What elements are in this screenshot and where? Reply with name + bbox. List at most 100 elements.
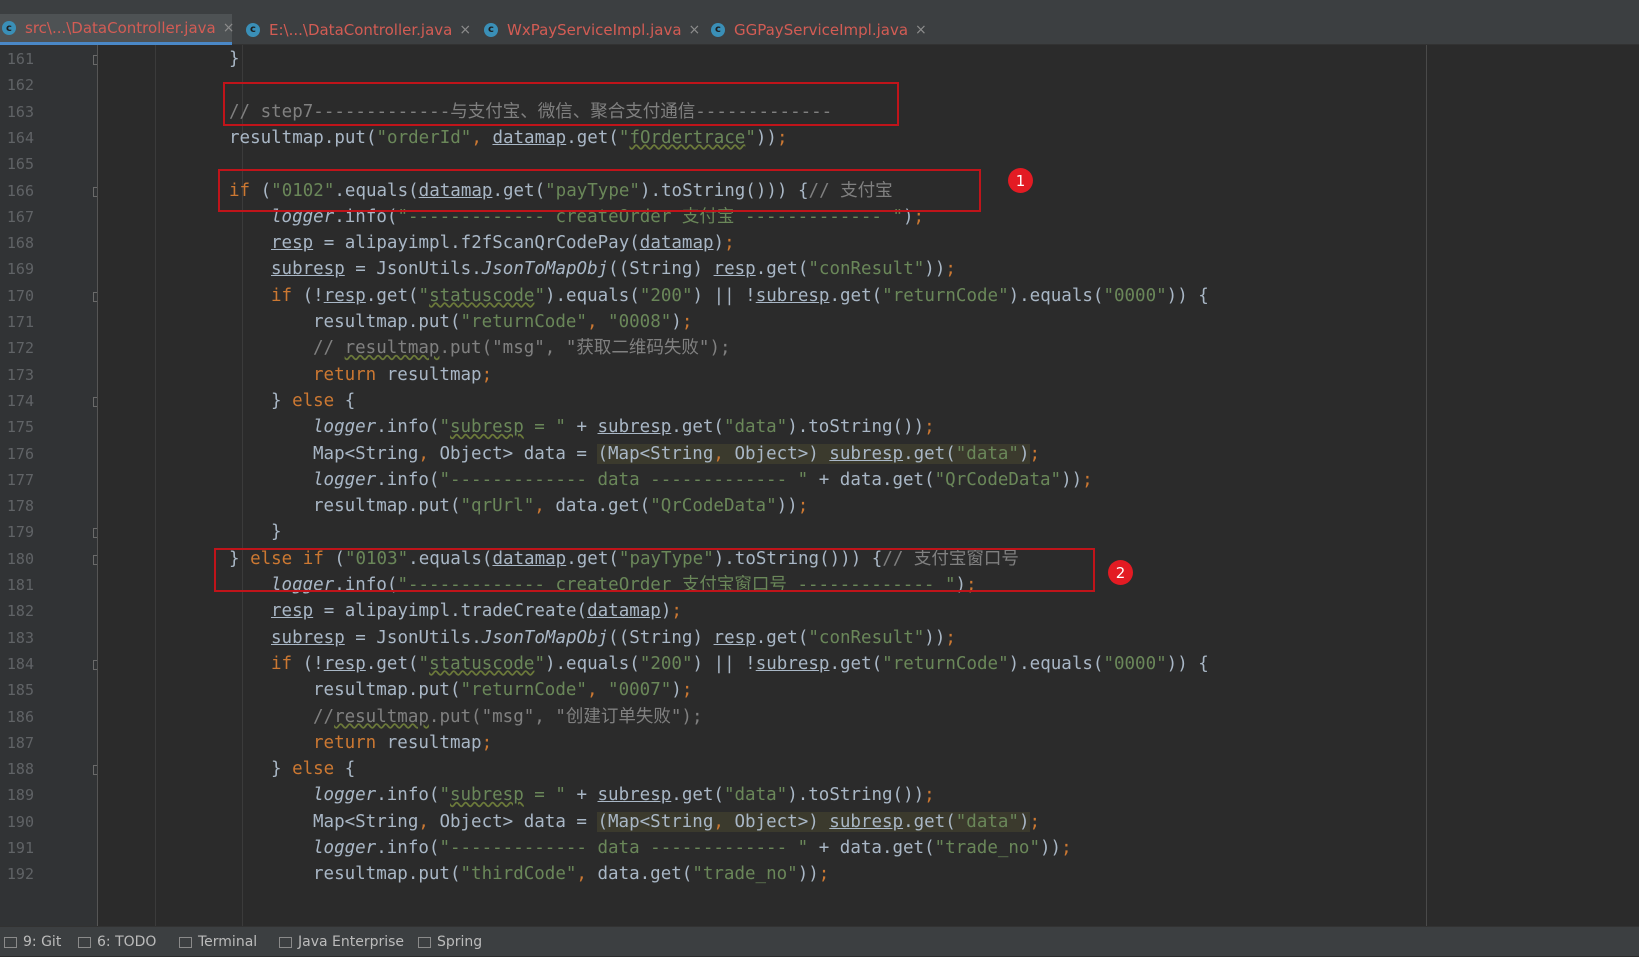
annotation-badge-1: 1 xyxy=(1008,168,1033,193)
line-number: 178 xyxy=(6,497,34,516)
line-number: 185 xyxy=(6,681,34,700)
tab-label: E:\...\DataController.java xyxy=(269,20,453,39)
java-class-icon: c xyxy=(246,22,260,37)
close-icon[interactable]: × xyxy=(915,22,927,38)
tab-label: GGPayServiceImpl.java xyxy=(734,20,909,39)
line-number: 161 xyxy=(6,50,34,68)
fold-marker[interactable] xyxy=(93,528,97,539)
code-line[interactable]: logger.info("subresp = " + subresp.get("… xyxy=(313,415,935,439)
code-line[interactable]: Map<String, Object> data = (Map<String, … xyxy=(313,810,1040,834)
tab-src-datacontroller[interactable]: c src\...\DataController.java × xyxy=(0,14,235,45)
code-line[interactable]: } xyxy=(271,520,282,544)
tool-git[interactable]: 9: Git xyxy=(4,927,61,957)
line-number: 175 xyxy=(6,418,34,437)
tool-label: 9: Git xyxy=(23,934,62,950)
fold-marker[interactable] xyxy=(93,55,97,65)
code-line[interactable]: subresp = JsonUtils.JsonToMapObj((String… xyxy=(271,257,956,281)
tab-label: WxPayServiceImpl.java xyxy=(507,20,682,39)
git-icon xyxy=(4,936,17,948)
editor-tab-bar: c src\...\DataController.java × c E:\...… xyxy=(0,14,1639,45)
code-line[interactable]: logger.info("subresp = " + subresp.get("… xyxy=(313,783,935,807)
code-line[interactable]: subresp = JsonUtils.JsonToMapObj((String… xyxy=(271,626,956,650)
annotation-box-2 xyxy=(214,548,1095,592)
java-class-icon: c xyxy=(484,22,498,37)
close-icon[interactable]: × xyxy=(689,22,701,38)
tool-terminal[interactable]: Terminal xyxy=(179,927,257,957)
tool-label: Terminal xyxy=(198,934,258,950)
java-class-icon: c xyxy=(2,21,16,35)
code-line[interactable]: //resultmap.put("msg", "创建订单失败"); xyxy=(313,705,702,729)
line-number: 168 xyxy=(6,234,34,253)
code-line[interactable]: resp = alipayimpl.tradeCreate(datamap); xyxy=(271,599,682,623)
tab-ggpayserviceimpl[interactable]: c GGPayServiceImpl.java × xyxy=(711,14,927,45)
code-line[interactable]: resultmap.put("thirdCode", data.get("tra… xyxy=(313,862,829,886)
line-number: 162 xyxy=(6,76,34,95)
java-class-icon: c xyxy=(711,22,725,37)
terminal-icon xyxy=(179,936,192,948)
line-number: 164 xyxy=(6,128,34,147)
tool-label: 6: TODO xyxy=(97,934,157,950)
code-line[interactable]: if (!resp.get("statuscode").equals("200"… xyxy=(271,284,1209,308)
line-number: 177 xyxy=(6,470,34,489)
tool-label: Java Enterprise xyxy=(298,934,405,950)
line-number: 167 xyxy=(6,207,34,226)
code-line[interactable]: if (!resp.get("statuscode").equals("200"… xyxy=(271,652,1209,676)
line-number: 165 xyxy=(6,155,34,174)
code-line[interactable]: return resultmap; xyxy=(313,363,492,387)
code-line[interactable]: resultmap.put("orderId", datamap.get("fO… xyxy=(229,126,788,150)
close-icon[interactable]: × xyxy=(223,20,235,36)
tab-e-datacontroller[interactable]: c E:\...\DataController.java × xyxy=(246,14,471,45)
code-line[interactable]: resp = alipayimpl.f2fScanQrCodePay(datam… xyxy=(271,231,735,255)
code-line[interactable]: resultmap.put("returnCode", "0008"); xyxy=(313,310,692,334)
tool-label: Spring xyxy=(437,934,483,950)
line-number: 173 xyxy=(6,365,34,384)
code-line[interactable]: } xyxy=(229,47,240,71)
code-line[interactable]: logger.info("------------- data --------… xyxy=(313,468,1093,492)
line-number: 172 xyxy=(6,339,34,358)
right-margin-guide xyxy=(1426,45,1427,926)
tab-wxpayserviceimpl[interactable]: c WxPayServiceImpl.java × xyxy=(484,14,700,45)
line-number: 186 xyxy=(6,707,34,726)
line-number: 170 xyxy=(6,286,34,305)
code-line[interactable]: logger.info("------------- data --------… xyxy=(313,836,1072,860)
line-number: 169 xyxy=(6,260,34,279)
code-line[interactable]: } else { xyxy=(271,757,355,781)
code-line[interactable]: return resultmap; xyxy=(313,731,492,755)
line-number: 187 xyxy=(6,733,34,752)
code-line[interactable]: resultmap.put("returnCode", "0007"); xyxy=(313,678,692,702)
todo-list-icon xyxy=(78,936,91,948)
line-number: 184 xyxy=(6,654,34,673)
line-number: 190 xyxy=(6,812,34,831)
fold-marker[interactable] xyxy=(93,765,97,776)
fold-marker[interactable] xyxy=(93,291,97,302)
line-number-gutter: 161 162 163 164 165 166 167 168 169 170 171 172 173 1… xyxy=(0,45,98,926)
line-number: 183 xyxy=(6,628,34,647)
tool-todo[interactable]: 6: TODO xyxy=(78,927,156,957)
annotation-badge-2: 2 xyxy=(1108,560,1133,585)
fold-marker[interactable] xyxy=(93,186,97,197)
fold-marker[interactable] xyxy=(93,396,97,407)
annotation-box-1 xyxy=(218,169,981,212)
tool-spring[interactable]: Spring xyxy=(418,927,482,957)
java-enterprise-icon xyxy=(279,936,292,948)
indent-guide xyxy=(155,45,156,926)
line-number: 182 xyxy=(6,602,34,621)
line-number: 191 xyxy=(6,839,34,857)
line-number: 163 xyxy=(6,102,34,121)
line-number: 171 xyxy=(6,313,34,331)
window-toolbar-strip xyxy=(0,0,1639,14)
tool-java-enterprise[interactable]: Java Enterprise xyxy=(279,927,404,957)
line-number: 181 xyxy=(6,576,34,594)
line-number: 192 xyxy=(6,865,34,884)
code-line[interactable]: } else { xyxy=(271,389,355,413)
close-icon[interactable]: × xyxy=(459,22,471,38)
code-line[interactable]: Map<String, Object> data = (Map<String, … xyxy=(313,442,1040,466)
fold-marker[interactable] xyxy=(93,659,97,670)
code-line[interactable]: // resultmap.put("msg", "获取二维码失败"); xyxy=(313,336,731,360)
line-number: 180 xyxy=(6,549,34,568)
line-number: 176 xyxy=(6,444,34,463)
code-line[interactable]: resultmap.put("qrUrl", data.get("QrCodeD… xyxy=(313,494,808,518)
code-editor[interactable]: }// step7-------------与支付宝、微信、聚合支付通信----… xyxy=(99,45,1639,926)
line-number: 166 xyxy=(6,181,34,200)
fold-marker[interactable] xyxy=(93,554,97,565)
